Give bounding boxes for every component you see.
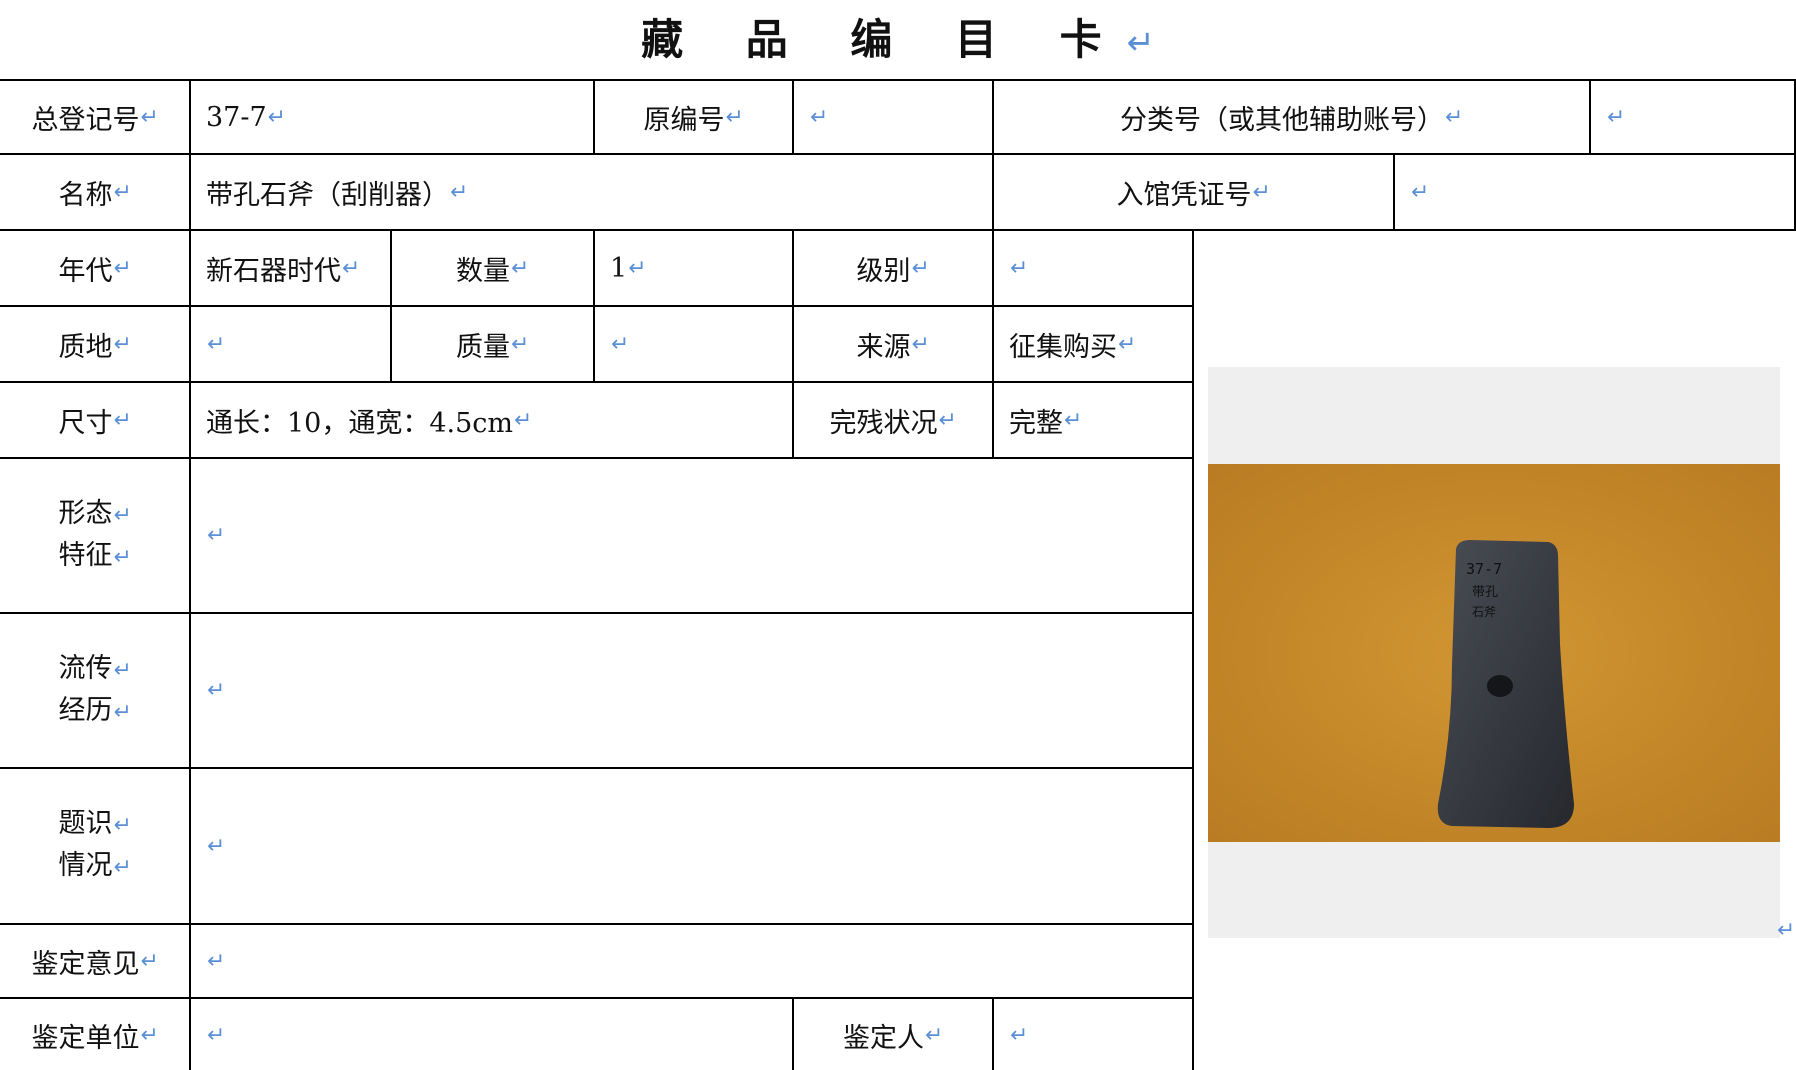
rule-top	[0, 79, 1796, 81]
rule-row5	[0, 457, 1193, 459]
appraisal-opinion-label: 鉴定意见 ↵	[31, 948, 159, 980]
source-value[interactable]: 征集购买 ↵	[993, 306, 1193, 382]
era-value[interactable]: 新石器时代 ↵	[190, 230, 391, 306]
entry-voucher-value[interactable]: ↵	[1394, 154, 1794, 230]
card-title: 藏 品 编 目 卡↵	[641, 15, 1155, 64]
rule-col-r1c	[1589, 80, 1591, 154]
appraisal-unit-value[interactable]: ↵	[190, 998, 793, 1070]
rule-col-r1a	[593, 80, 595, 154]
original-number-label: 原编号 ↵	[643, 104, 744, 136]
source-label: 来源 ↵	[856, 331, 930, 363]
size-label: 尺寸 ↵	[58, 407, 132, 439]
rule-col-r12	[992, 80, 994, 230]
rule-col-r10b	[992, 998, 994, 1070]
grade-label: 级别 ↵	[856, 255, 930, 287]
classification-number-value[interactable]: ↵	[1590, 80, 1794, 154]
inscription-line-3: 石斧	[1472, 605, 1496, 619]
mass-value[interactable]: ↵	[594, 306, 793, 382]
form-features-value[interactable]: ↵	[190, 458, 1193, 613]
grade-value[interactable]: ↵	[993, 230, 1193, 306]
reg-number-label: 总登记号 ↵	[31, 104, 159, 136]
rule-col-photo	[1192, 230, 1194, 1070]
rule-col-r345	[792, 230, 794, 458]
rule-row3	[0, 305, 1193, 307]
mass-label: 质量 ↵	[455, 331, 530, 363]
era-label: 年代 ↵	[58, 255, 132, 287]
material-value[interactable]: ↵	[190, 306, 391, 382]
appraiser-label: 鉴定人 ↵	[842, 1022, 944, 1054]
original-number-value[interactable]: ↵	[793, 80, 993, 154]
form-features-label: 形态↵ 特征↵	[58, 497, 132, 571]
reg-number-value[interactable]: 37-7 ↵	[190, 80, 594, 154]
rule-row2	[0, 229, 1796, 231]
rule-col-r1b	[792, 80, 794, 154]
rule-row4	[0, 381, 1193, 383]
size-value[interactable]: 通长：10，通宽：4.5cm ↵	[190, 382, 793, 458]
appraiser-value[interactable]: ↵	[993, 998, 1193, 1070]
photo-return-mark: ↵	[1777, 917, 1796, 943]
inscription-value[interactable]: ↵	[190, 768, 1193, 924]
rule-row8	[0, 923, 1193, 925]
provenance-value[interactable]: ↵	[190, 613, 1193, 768]
rule-col-label	[189, 80, 191, 1070]
rule-row1	[0, 153, 1796, 155]
axe-hole	[1487, 675, 1513, 697]
artifact-photo: 37-7 带孔 石斧	[1208, 464, 1780, 842]
rule-col-r345b	[992, 230, 994, 458]
rule-col-r34b	[593, 230, 595, 382]
appraisal-opinion-value[interactable]: ↵	[190, 924, 1193, 998]
inscription-label: 题识↵ 情况↵	[58, 808, 132, 881]
rule-row6	[0, 612, 1193, 614]
inscription-line-1: 37-7	[1466, 560, 1502, 578]
condition-value[interactable]: 完整 ↵	[993, 382, 1193, 458]
classification-number-label: 分类号（或其他辅助账号） ↵	[1119, 104, 1464, 136]
rule-row9	[0, 997, 1193, 999]
condition-label: 完残状况 ↵	[829, 407, 957, 439]
rule-row7	[0, 767, 1193, 769]
rule-col-r34a	[390, 230, 392, 382]
quantity-value[interactable]: 1 ↵	[594, 230, 793, 306]
appraisal-unit-label: 鉴定单位 ↵	[31, 1022, 159, 1054]
name-label: 名称 ↵	[58, 179, 132, 211]
quantity-label: 数量 ↵	[455, 255, 530, 287]
material-label: 质地 ↵	[58, 331, 132, 363]
rule-col-r10a	[792, 998, 794, 1070]
provenance-label: 流传↵ 经历↵	[58, 652, 132, 726]
rule-col-r2	[1393, 154, 1395, 230]
inscription-line-2: 带孔	[1472, 585, 1498, 600]
name-value[interactable]: 带孔石斧（刮削器） ↵	[190, 154, 993, 230]
entry-voucher-label: 入馆凭证号 ↵	[1116, 179, 1271, 211]
